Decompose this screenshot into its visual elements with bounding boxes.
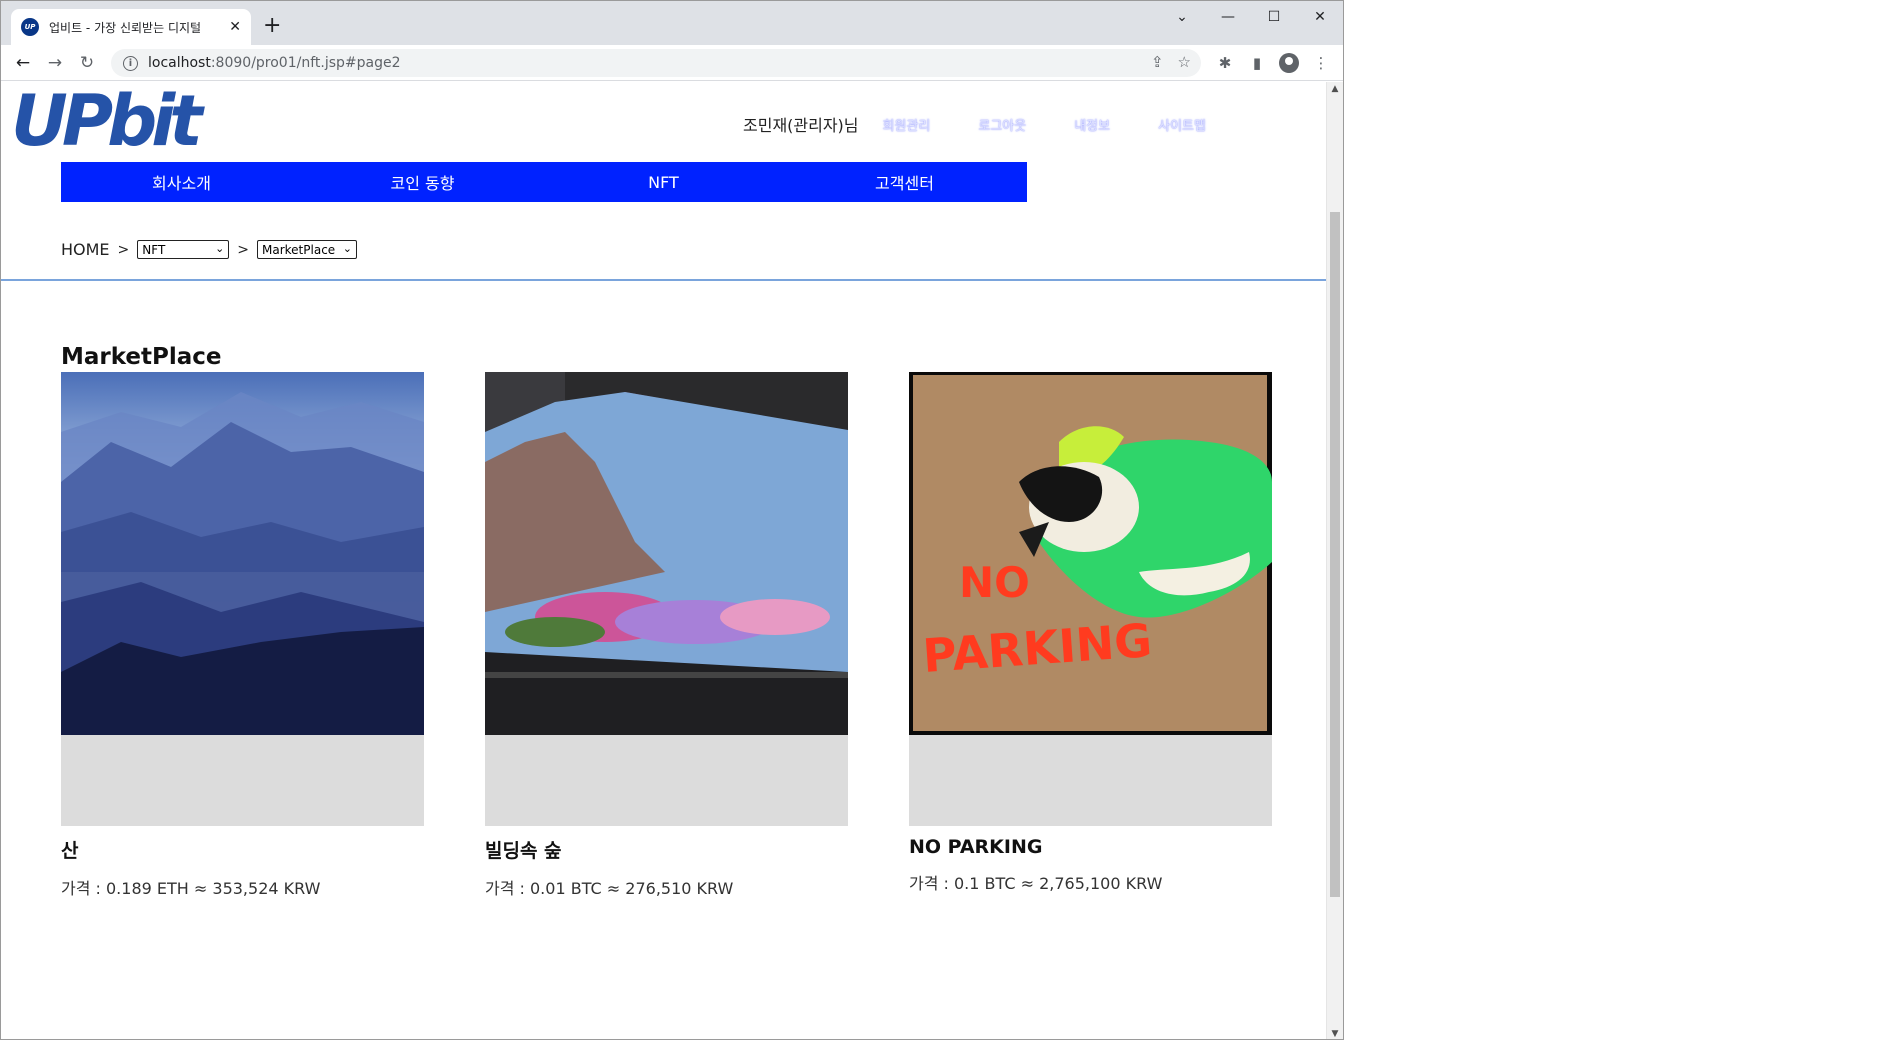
nft-image-no-parking[interactable]: NO PARKING: [909, 372, 1272, 735]
header-divider: [1, 279, 1327, 281]
reload-icon[interactable]: ↻: [71, 47, 103, 79]
chevron-down-icon: ⌄: [215, 242, 225, 255]
nft-price: 가격 : 0.189 ETH ≈ 353,524 KRW: [61, 879, 321, 898]
nft-card-placeholder: [485, 735, 848, 826]
page-viewport: UPbit 조민재(관리자)님 회원관리 로그아웃 내정보 사이트맵 회사소개 …: [1, 82, 1327, 1039]
upbit-logo[interactable]: UPbit: [11, 87, 263, 151]
site-info-icon[interactable]: i: [123, 55, 138, 71]
browser-toolbar: ← → ↻ i localhost:8090/pro01/nft.jsp#pag…: [1, 45, 1343, 81]
tab-title: 업비트 - 가장 신뢰받는 디지털: [49, 20, 202, 35]
bookmark-star-icon[interactable]: ☆: [1178, 53, 1191, 71]
page-select[interactable]: MarketPlace ⌄: [257, 240, 358, 259]
nft-card-placeholder: [61, 735, 424, 826]
profile-avatar-icon[interactable]: [1279, 53, 1299, 73]
menu-kebab-icon[interactable]: ⋮: [1307, 47, 1335, 79]
nft-price: 가격 : 0.1 BTC ≈ 2,765,100 KRW: [909, 874, 1163, 893]
nft-card[interactable]: 산 가격 : 0.189 ETH ≈ 353,524 KRW: [61, 372, 424, 899]
nft-price: 가격 : 0.01 BTC ≈ 276,510 KRW: [485, 879, 734, 898]
nav-item-nft[interactable]: NFT: [543, 162, 784, 202]
user-name: 조민재(관리자)님: [743, 116, 859, 135]
breadcrumb-home[interactable]: HOME: [61, 240, 110, 259]
breadcrumb: HOME > NFT ⌄ > MarketPlace ⌄: [61, 240, 358, 259]
category-select[interactable]: NFT ⌄: [137, 240, 230, 259]
user-bar: 조민재(관리자)님 회원관리 로그아웃 내정보 사이트맵: [743, 112, 1254, 136]
close-window-button[interactable]: ✕: [1297, 1, 1343, 33]
forward-arrow-icon[interactable]: →: [39, 47, 71, 79]
sitemap-link[interactable]: 사이트맵: [1158, 115, 1206, 134]
logout-link[interactable]: 로그아웃: [978, 115, 1026, 134]
nav-item-customer-center[interactable]: 고객센터: [784, 162, 1025, 202]
back-arrow-icon[interactable]: ←: [7, 47, 39, 79]
breadcrumb-separator: >: [237, 241, 250, 258]
section-title: MarketPlace: [61, 344, 222, 370]
nft-card-placeholder: [909, 735, 1272, 826]
address-bar[interactable]: i localhost:8090/pro01/nft.jsp#page2 ⇪ ☆: [111, 49, 1201, 77]
side-panel-icon[interactable]: ▮: [1243, 47, 1271, 79]
nft-name: 산: [61, 840, 79, 862]
scroll-down-arrow-icon[interactable]: ▼: [1327, 1029, 1343, 1039]
my-info-link[interactable]: 내정보: [1074, 115, 1110, 134]
svg-text:NO: NO: [959, 558, 1030, 607]
scrollbar-thumb[interactable]: [1330, 212, 1340, 897]
nft-name: NO PARKING: [909, 836, 1043, 858]
nft-card[interactable]: 빌딩속 숲 가격 : 0.01 BTC ≈ 276,510 KRW: [485, 372, 848, 899]
new-tab-button[interactable]: +: [263, 13, 281, 39]
tab-strip: UP 업비트 - 가장 신뢰받는 디지털 ✕ + ⌄ — ☐ ✕: [1, 1, 1343, 45]
nft-image-mountain[interactable]: [61, 372, 424, 735]
chevron-down-icon: ⌄: [342, 242, 353, 255]
upbit-favicon-icon: UP: [21, 18, 39, 36]
extensions-puzzle-icon[interactable]: ✱: [1211, 47, 1239, 79]
svg-text:UPbit: UPbit: [11, 87, 205, 151]
minimize-button[interactable]: —: [1205, 1, 1251, 33]
breadcrumb-separator: >: [117, 241, 130, 258]
main-navigation: 회사소개 코인 동향 NFT 고객센터: [61, 162, 1027, 202]
tab-search-icon[interactable]: ⌄: [1159, 1, 1205, 33]
nav-item-coin-trends[interactable]: 코인 동향: [302, 162, 543, 202]
window-controls: ⌄ — ☐ ✕: [1159, 1, 1343, 33]
url-text: localhost:8090/pro01/nft.jsp#page2: [148, 55, 401, 71]
share-icon[interactable]: ⇪: [1151, 53, 1164, 71]
nav-item-company[interactable]: 회사소개: [61, 162, 302, 202]
maximize-button[interactable]: ☐: [1251, 1, 1297, 33]
nft-name: 빌딩속 숲: [485, 840, 562, 862]
nft-card[interactable]: NO PARKING NO PARKING 가격 : 0.1 BTC ≈ 2,7…: [909, 372, 1272, 894]
nft-image-forest-building[interactable]: [485, 372, 848, 735]
scroll-up-arrow-icon[interactable]: ▲: [1327, 84, 1343, 94]
member-management-link[interactable]: 회원관리: [883, 115, 931, 134]
close-tab-icon[interactable]: ✕: [229, 19, 241, 35]
browser-window: UP 업비트 - 가장 신뢰받는 디지털 ✕ + ⌄ — ☐ ✕ ← → ↻ i…: [0, 0, 1344, 1040]
vertical-scrollbar[interactable]: ▲ ▼: [1326, 82, 1343, 1039]
browser-tab[interactable]: UP 업비트 - 가장 신뢰받는 디지털 ✕: [11, 9, 251, 45]
